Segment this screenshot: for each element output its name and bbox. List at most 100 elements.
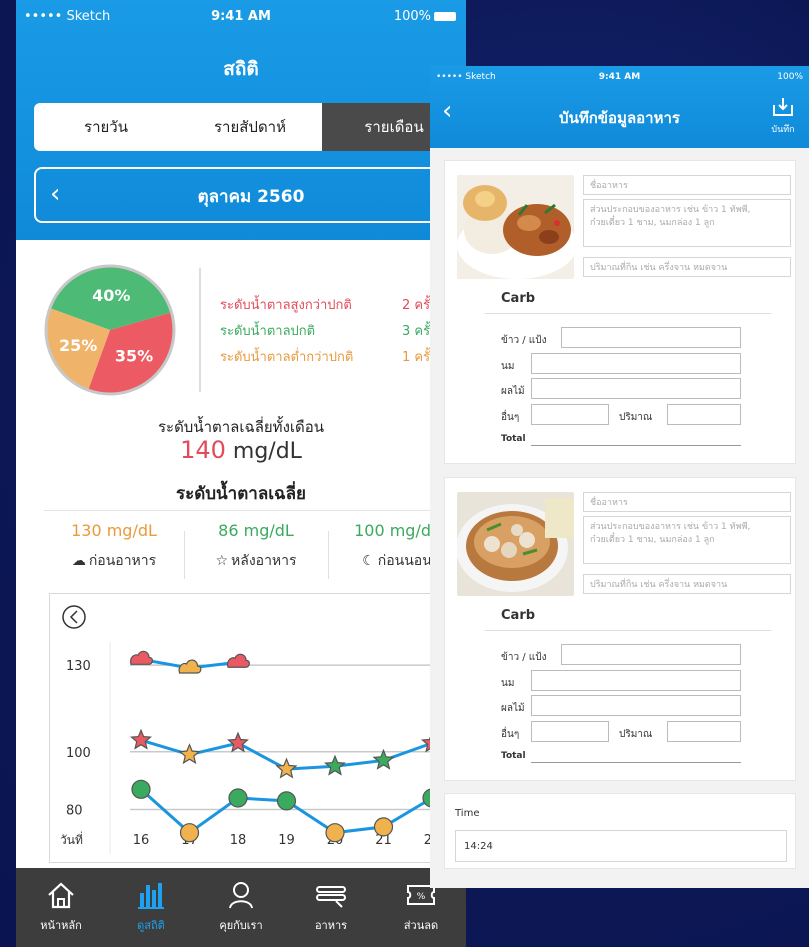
- other-input[interactable]: [531, 404, 609, 425]
- y-tick-label: 80: [66, 804, 83, 819]
- svg-text:%: %: [417, 892, 426, 902]
- cloud-icon: ☁: [71, 553, 86, 569]
- data-point-star: [324, 754, 346, 776]
- tab-food[interactable]: อาหาร: [286, 868, 376, 947]
- time-card: Time 14:24: [444, 793, 796, 869]
- data-point-star: [130, 728, 152, 750]
- fruit-label: ผลไม้: [501, 386, 525, 397]
- data-point-circle: [325, 823, 345, 843]
- tab-weekly[interactable]: รายสัปดาห์: [178, 103, 322, 151]
- food-name-input[interactable]: ชื่ออาหาร: [583, 175, 791, 195]
- amount-input[interactable]: [667, 404, 741, 425]
- tab-stats[interactable]: ดูสถิติ: [106, 868, 196, 947]
- rice-input[interactable]: [561, 644, 741, 665]
- tab-daily[interactable]: รายวัน: [34, 103, 178, 151]
- x-axis-label: วันที่: [60, 831, 83, 847]
- y-tick-label: 100: [66, 746, 91, 761]
- monthly-average-value: 140 mg/dL: [180, 436, 302, 464]
- rice-label: ข้าว / แป้ง: [501, 335, 547, 346]
- bottom-tab-bar: หน้าหลัก ดูสถิติ คุยกับเรา อาหาร % ส่วนล…: [16, 868, 466, 947]
- data-point-cloud: [178, 659, 202, 674]
- data-point-cloud: [227, 653, 250, 668]
- data-point-star: [227, 731, 249, 753]
- carb-heading: Carb: [501, 291, 536, 306]
- fried-rice-photo: [457, 175, 574, 279]
- rice-label: ข้าว / แป้ง: [501, 652, 547, 663]
- sugar-level-pie-chart: 40% 35% 25%: [42, 262, 178, 398]
- moon-icon: ☾: [362, 553, 375, 569]
- stat-after-meal: 86 mg/dL ☆ หลังอาหาร: [215, 521, 297, 569]
- fruit-label: ผลไม้: [501, 703, 525, 714]
- home-icon: [48, 882, 74, 909]
- total-label: Total: [501, 434, 526, 444]
- tab-chat[interactable]: คุยกับเรา: [196, 868, 286, 947]
- clock: 9:41 AM: [598, 72, 641, 82]
- data-point-cloud: [130, 650, 153, 665]
- sugar-line-chart: 80100130วันที่16171819202122: [49, 593, 466, 863]
- time-input[interactable]: 14:24: [455, 830, 787, 862]
- pie-slice-label: 25%: [59, 336, 97, 355]
- y-tick-label: 130: [66, 659, 91, 674]
- food-entry-card: ชื่ออาหาร ส่วนประกอบของอาหาร เช่น ข้าว 1…: [444, 160, 796, 464]
- milk-label: นม: [501, 678, 515, 689]
- food-amount-input[interactable]: ปริมาณที่กิน เช่น ครึ่งจาน หมดจาน: [583, 257, 791, 277]
- tab-home[interactable]: หน้าหลัก: [16, 868, 106, 947]
- food-description-input[interactable]: ส่วนประกอบของอาหาร เช่น ข้าว 1 ทัพพี, ก๋…: [583, 199, 791, 247]
- month-navigator: ‹ ตุลาคม 2560 ›: [34, 167, 466, 223]
- amount-label: ปริมาณ: [619, 729, 653, 740]
- meal-average-stats: 130 mg/dL ☁ ก่อนอาหาร 86 mg/dL ☆ หลังอาหาร…: [44, 510, 466, 580]
- food-description-input[interactable]: ส่วนประกอบของอาหาร เช่น ข้าว 1 ทัพพี, ก๋…: [583, 516, 791, 564]
- period-segmented-control: รายวัน รายสัปดาห์ รายเดือน: [34, 103, 466, 151]
- star-icon: ☆: [215, 553, 229, 569]
- data-point-star: [178, 743, 201, 765]
- food-record-header: ••••• Sketch 9:41 AM 100% ‹ บันทึกข้อมูล…: [430, 66, 809, 148]
- data-point-circle: [131, 779, 151, 799]
- battery-indicator: 100%: [777, 72, 803, 82]
- page-title: สถิติ: [223, 58, 259, 80]
- divider: [485, 313, 771, 314]
- milk-input[interactable]: [531, 353, 741, 374]
- carb-heading: Carb: [501, 608, 536, 623]
- food-amount-input[interactable]: ปริมาณที่กิน เช่น ครึ่งจาน หมดจาน: [583, 574, 791, 594]
- data-point-circle: [373, 817, 394, 837]
- amount-label: ปริมาณ: [619, 412, 653, 423]
- other-label: อื่นๆ: [501, 729, 520, 740]
- x-tick-label: 19: [278, 833, 295, 848]
- status-bar: ••••• Sketch 9:41 AM 100%: [16, 0, 466, 30]
- pie-slice-label: 35%: [115, 347, 153, 366]
- average-section-title: ระดับน้ำตาลเฉลี่ย: [175, 484, 307, 504]
- milk-input[interactable]: [531, 670, 741, 691]
- divider: [485, 630, 771, 631]
- total-line: [531, 762, 741, 763]
- data-point-circle: [228, 788, 248, 808]
- noodle-soup-photo: [457, 492, 574, 596]
- food-name-input[interactable]: ชื่ออาหาร: [583, 492, 791, 512]
- data-point-star: [275, 757, 298, 779]
- pie-slice-label: 40%: [92, 286, 130, 305]
- user-icon: [229, 882, 253, 909]
- fruit-input[interactable]: [531, 695, 741, 716]
- data-point-circle: [276, 791, 297, 811]
- other-input[interactable]: [531, 721, 609, 742]
- total-line: [531, 445, 741, 446]
- battery-icon: [434, 12, 456, 21]
- milk-label: นม: [501, 361, 515, 372]
- food-icon: [316, 886, 346, 908]
- total-label: Total: [501, 751, 526, 761]
- stat-before-meal: 130 mg/dL ☁ ก่อนอาหาร: [71, 521, 157, 569]
- month-label: ตุลาคม 2560: [197, 187, 305, 207]
- save-button[interactable]: บันทึก: [771, 96, 795, 136]
- amount-input[interactable]: [667, 721, 741, 742]
- stats-header: ••••• Sketch 9:41 AM 100% สถิติ รายวัน ร…: [16, 0, 466, 240]
- data-point-star: [372, 748, 395, 770]
- x-tick-label: 18: [230, 833, 247, 848]
- fruit-input[interactable]: [531, 378, 741, 399]
- stats-screen: ••••• Sketch 9:41 AM 100% สถิติ รายวัน ร…: [16, 0, 466, 947]
- divider: [199, 268, 201, 392]
- rice-input[interactable]: [561, 327, 741, 348]
- battery-indicator: 100%: [394, 9, 456, 24]
- chart-prev-button[interactable]: [62, 605, 86, 629]
- time-label: Time: [455, 808, 480, 819]
- page-title: บันทึกข้อมูลอาหาร: [559, 109, 680, 127]
- food-record-screen: ••••• Sketch 9:41 AM 100% ‹ บันทึกข้อมูล…: [430, 66, 809, 888]
